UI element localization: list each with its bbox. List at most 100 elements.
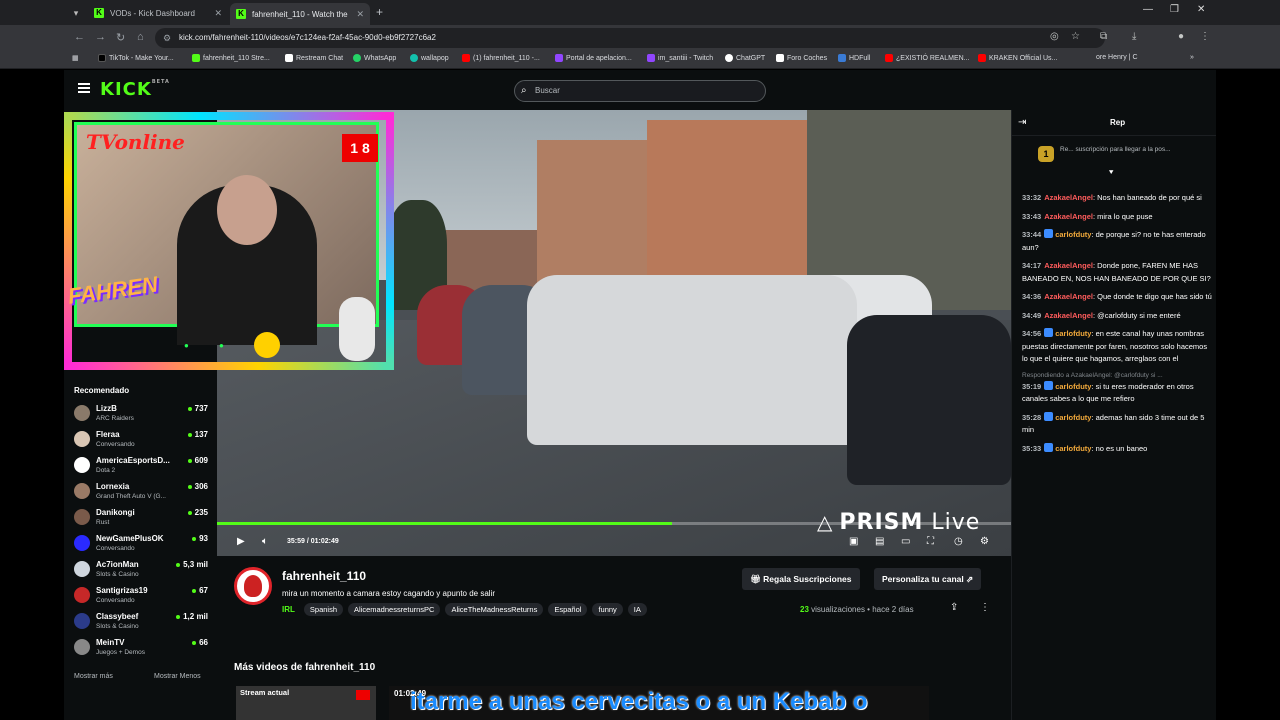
- sidebar-channel-item[interactable]: MeinTV Juegos + Demos 66: [74, 636, 208, 660]
- bookmark-wallapop[interactable]: wallapop: [410, 54, 449, 62]
- chat-username[interactable]: AzakaelAngel: [1044, 311, 1093, 320]
- profile-icon[interactable]: ●: [1178, 31, 1184, 42]
- volume-icon[interactable]: 🔈︎: [262, 536, 268, 547]
- eye-off-icon[interactable]: ◎: [1050, 31, 1059, 42]
- channel-name[interactable]: fahrenheit_110: [282, 569, 366, 583]
- download-icon[interactable]: ⤓: [1132, 31, 1136, 42]
- chat-panel: ⇥ Rep 1 Re... suscripción para llegar a …: [1011, 110, 1216, 720]
- close-tab-icon[interactable]: ✕: [214, 8, 222, 19]
- play-icon[interactable]: ▶: [237, 536, 245, 547]
- message-text: Que donde te digo que has sido tú: [1097, 292, 1212, 301]
- bookmark-chatgpt[interactable]: ChatGPT: [725, 54, 765, 62]
- chat-username[interactable]: AzakaelAngel: [1044, 193, 1093, 202]
- bookmark-forocoches[interactable]: Foro Coches: [776, 54, 827, 62]
- search-input[interactable]: ⌕ Buscar: [514, 80, 766, 102]
- tag-chip[interactable]: funny: [592, 603, 623, 616]
- progress-bar[interactable]: [217, 522, 1011, 525]
- chat-username[interactable]: carlofduty: [1055, 382, 1091, 391]
- message-text: Nos han baneado de por qué si: [1097, 193, 1202, 202]
- category-link[interactable]: IRL: [282, 605, 295, 614]
- expand-pinned-icon[interactable]: ⯆: [1108, 168, 1114, 178]
- chat-username[interactable]: carlofduty: [1055, 329, 1091, 338]
- sidebar-channel-item[interactable]: NewGamePlusOK Conversando 93: [74, 532, 208, 556]
- theater-mode-icon[interactable]: ▭: [901, 536, 910, 547]
- sidebar-channel-item[interactable]: LizzB ARC Raiders 737: [74, 402, 208, 426]
- chat-username[interactable]: AzakaelAngel: [1044, 261, 1093, 270]
- chat-username[interactable]: AzakaelAngel: [1044, 292, 1093, 301]
- forward-arrow-icon[interactable]: →: [95, 31, 106, 43]
- chat-username[interactable]: carlofduty: [1055, 230, 1091, 239]
- bookmark-whatsapp[interactable]: WhatsApp: [353, 54, 396, 62]
- chat-username[interactable]: carlofduty: [1055, 444, 1091, 453]
- show-more-button[interactable]: Mostrar más: [74, 673, 113, 680]
- browser-tab-strip: ▾ K VODs - Kick Dashboard ✕ K fahrenheit…: [0, 0, 1280, 25]
- tab-search-icon[interactable]: ▾: [68, 5, 84, 21]
- tag-chip[interactable]: Español: [548, 603, 588, 616]
- back-arrow-icon[interactable]: ←: [74, 31, 85, 43]
- share-icon[interactable]: ⇪: [950, 602, 958, 613]
- close-tab-icon[interactable]: ✕: [356, 9, 364, 20]
- sidebar-channel-item[interactable]: Classybeef Slots & Casino 1,2 mil: [74, 610, 208, 634]
- home-icon[interactable]: ⌂: [137, 31, 144, 43]
- bookmark-star-icon[interactable]: ☆: [1071, 31, 1080, 42]
- tag-chip[interactable]: Spanish: [303, 603, 343, 616]
- extensions-icon[interactable]: ⧉: [1100, 31, 1107, 42]
- channel-category: Grand Theft Auto V (G...: [96, 493, 166, 500]
- channel-name: Danikongi: [96, 508, 135, 517]
- tag-chip[interactable]: IA: [627, 603, 647, 616]
- kick-logo[interactable]: KICKBETA: [100, 79, 170, 100]
- clip-icon[interactable]: ▣: [849, 536, 858, 547]
- tab-fahrenheit-vod[interactable]: K fahrenheit_110 - Watch the VOD ✕: [230, 3, 370, 25]
- bookmark-existio[interactable]: ¿EXISTIÓ REALMEN...: [885, 54, 970, 62]
- live-indicator-icon: [356, 690, 370, 700]
- channel-name: MeinTV: [96, 638, 125, 647]
- tag-row: IRL Spanish AlicemadnessreturnsPC AliceThe…: [282, 603, 647, 616]
- bookmark-twitch[interactable]: im_santiii - Twitch: [647, 54, 713, 62]
- bookmark-hdfull[interactable]: HDFull: [838, 54, 870, 62]
- tab-vods-dashboard[interactable]: K VODs - Kick Dashboard ✕: [88, 3, 228, 23]
- new-tab-button[interactable]: +: [376, 5, 383, 19]
- bookmark-youtube[interactable]: (1) fahrenheit_110 -...: [462, 54, 540, 62]
- pinned-goal: 1 Re... suscripción para llegar a la pos…: [1012, 140, 1216, 177]
- sidebar-channel-item[interactable]: Fleraa Conversando 137: [74, 428, 208, 452]
- sidebar-channel-item[interactable]: Danikongi Rust 235: [74, 506, 208, 530]
- menu-icon[interactable]: [78, 83, 90, 93]
- channel-avatar[interactable]: [234, 567, 272, 605]
- customize-channel-button[interactable]: Personaliza tu canal ⇗: [874, 568, 982, 590]
- tag-chip[interactable]: AlicemadnessreturnsPC: [348, 603, 441, 616]
- more-options-icon[interactable]: ⋮: [980, 602, 990, 613]
- bookmark-portal[interactable]: Portal de apelacion...: [555, 54, 632, 62]
- site-info-icon[interactable]: ⚙: [163, 28, 171, 48]
- sidebar-channel-item[interactable]: Ac7ionMan Slots & Casino 5,3 mil: [74, 558, 208, 582]
- gift-subs-button[interactable]: 🎁︎ Regala Suscripciones: [742, 568, 860, 590]
- bookmark-henry[interactable]: ore Henry | C: [1096, 54, 1138, 61]
- bookmark-fahrenheit-stream[interactable]: fahrenheit_110 Stre...: [192, 54, 270, 62]
- channel-category: Conversando: [96, 597, 135, 604]
- bookmark-tiktok[interactable]: TikTok - Make Your...: [98, 54, 174, 62]
- sidebar-channel-item[interactable]: AmericaEsportsD... Dota 2 609: [74, 454, 208, 478]
- bookmark-restream[interactable]: Restream Chat: [285, 54, 343, 62]
- bookmark-kraken[interactable]: KRAKEN Official Us...: [978, 54, 1057, 62]
- minimize-button[interactable]: —: [1143, 4, 1153, 15]
- apps-grid-icon[interactable]: ▦: [72, 54, 79, 62]
- maximize-button[interactable]: ❐: [1170, 4, 1179, 15]
- speed-icon[interactable]: ◷: [954, 536, 963, 547]
- fullscreen-icon[interactable]: ⛶: [927, 536, 934, 547]
- show-less-button[interactable]: Mostrar Menos: [154, 673, 201, 680]
- sidebar-channel-item[interactable]: Lornexia Grand Theft Auto V (G... 306: [74, 480, 208, 504]
- close-window-button[interactable]: ✕: [1197, 4, 1205, 15]
- chat-username[interactable]: carlofduty: [1055, 413, 1091, 422]
- sidebar-channel-item[interactable]: Santigrizas19 Conversando 67: [74, 584, 208, 608]
- viewer-count: 235: [188, 508, 208, 517]
- channel-category: Slots & Casino: [96, 623, 139, 630]
- settings-gear-icon[interactable]: ⚙: [980, 536, 989, 547]
- current-stream-thumbnail[interactable]: Stream actual: [236, 686, 376, 720]
- collapse-chat-icon[interactable]: ⇥: [1018, 117, 1026, 128]
- more-bookmarks-icon[interactable]: »: [1190, 54, 1194, 61]
- url-bar[interactable]: ⚙ kick.com/fahrenheit-110/videos/e7c124e…: [155, 28, 1105, 48]
- browser-menu-icon[interactable]: ⋮: [1200, 31, 1210, 42]
- chat-overlay-icon[interactable]: ▤: [875, 536, 884, 547]
- reload-icon[interactable]: ↻: [116, 31, 125, 44]
- chat-username[interactable]: AzakaelAngel: [1044, 212, 1093, 221]
- tag-chip[interactable]: AliceTheMadnessReturns: [445, 603, 544, 616]
